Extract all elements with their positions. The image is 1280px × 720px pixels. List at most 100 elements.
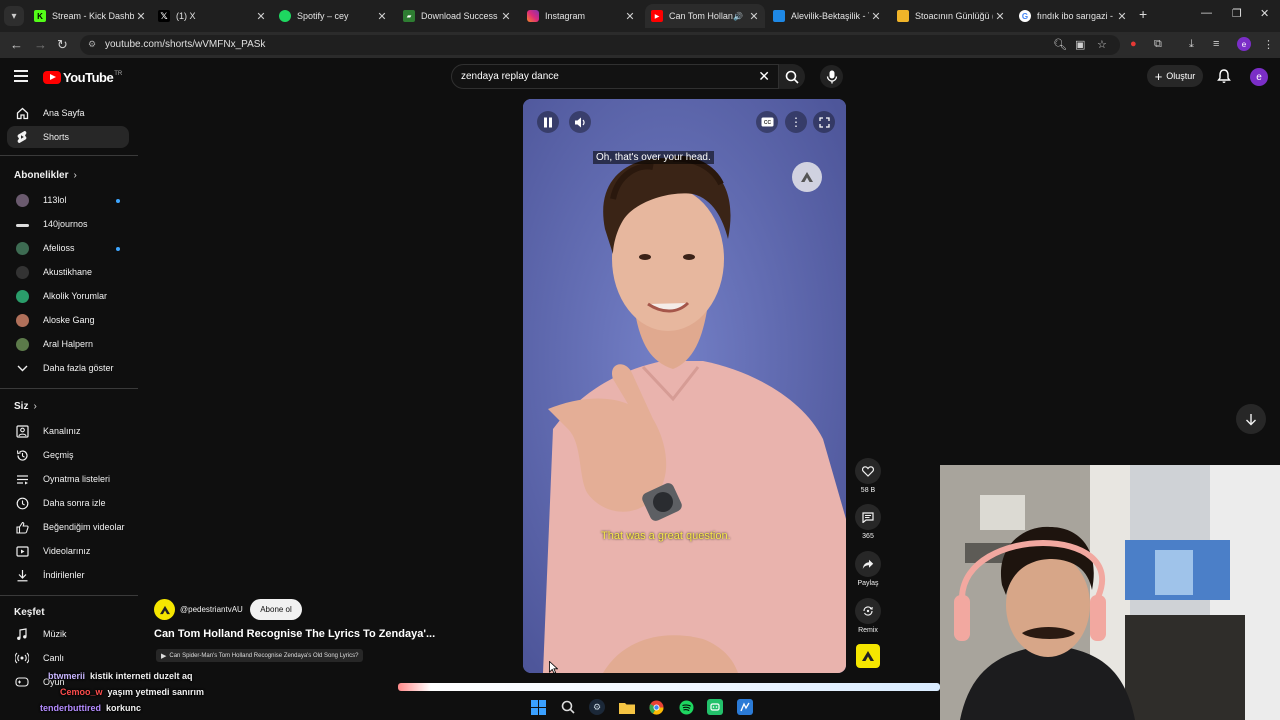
share-button[interactable]	[855, 551, 881, 577]
speaker-icon[interactable]: 🔊	[733, 12, 743, 21]
close-icon[interactable]: ✕	[869, 10, 883, 23]
captions-button[interactable]: CC	[756, 111, 778, 133]
channel-avatar[interactable]	[154, 599, 175, 620]
cast-icon[interactable]: ▣	[1075, 38, 1085, 51]
tab-instagram[interactable]: Instagram ✕	[521, 4, 641, 28]
youtube-logo[interactable]: YouTube TR	[43, 70, 122, 85]
shorts-video-player[interactable]: CC ⋮ Oh, that's over your head. That was…	[523, 99, 846, 673]
close-icon[interactable]: ✕	[993, 10, 1007, 23]
editor-icon[interactable]	[737, 699, 753, 715]
tab-x[interactable]: 𝕏 (1) X ✕	[152, 4, 272, 28]
create-button[interactable]: + Oluştur	[1147, 65, 1203, 87]
window-close-icon[interactable]: ✕	[1260, 7, 1269, 20]
sidebar-item-your-channel[interactable]: Kanalınız	[7, 420, 129, 442]
extensions-puzzle-icon[interactable]: ⧉	[1154, 38, 1162, 51]
share-action[interactable]: Paylaş	[853, 551, 883, 587]
tab-download[interactable]: ▰ Download Success ✕	[397, 4, 517, 28]
sidebar-item-downloads[interactable]: İndirilenler	[7, 564, 129, 586]
steam-icon[interactable]: ⚙	[589, 699, 605, 715]
media-control-icon[interactable]: ≡	[1213, 38, 1219, 50]
spotify-icon[interactable]	[678, 699, 694, 715]
app-icon[interactable]	[707, 699, 723, 715]
comments-button[interactable]	[855, 504, 881, 530]
tab-spotify[interactable]: Spotify – cey ✕	[273, 4, 393, 28]
sound-source-thumbnail[interactable]	[856, 644, 880, 668]
pause-button[interactable]	[537, 111, 559, 133]
more-options-button[interactable]: ⋮	[785, 111, 807, 133]
tab-alevilik[interactable]: Alevilik-Bektaşilik - Te ✕	[767, 4, 887, 28]
close-icon[interactable]: ✕	[499, 10, 513, 23]
sidebar-sub-aloske-gang[interactable]: Aloske Gang	[7, 309, 129, 331]
sidebar-item-shorts[interactable]: Shorts	[7, 126, 129, 148]
tab-kick[interactable]: K Stream - Kick Dashbo ✕	[28, 4, 152, 28]
subscribe-button[interactable]: Abone ol	[250, 599, 302, 620]
sidebar-item-liked-videos[interactable]: Beğendiğim videolar	[7, 516, 129, 538]
you-heading[interactable]: Siz ›	[14, 401, 37, 412]
address-bar[interactable]: ⚙ youtube.com/shorts/wVMFNx_PASk	[80, 35, 1120, 55]
tab-search-menu[interactable]: ▾	[4, 6, 24, 26]
account-avatar[interactable]: e	[1250, 68, 1268, 86]
sidebar-item-history[interactable]: Geçmiş	[7, 444, 129, 466]
kebab-menu-icon[interactable]: ⋮	[1263, 38, 1274, 51]
notifications-bell-icon[interactable]	[1217, 69, 1231, 84]
close-icon[interactable]: ✕	[747, 10, 761, 23]
sidebar-show-more[interactable]: Daha fazla göster	[7, 357, 129, 379]
search-query-text[interactable]: zendaya replay dance	[461, 71, 559, 82]
remix-action[interactable]: Remix	[853, 598, 883, 634]
search-icon[interactable]	[560, 699, 576, 715]
next-short-button[interactable]	[1236, 404, 1266, 434]
like-button[interactable]	[855, 458, 881, 484]
comments-action[interactable]: 365	[853, 504, 883, 540]
sidebar-sub-aral-halpern[interactable]: Aral Halpern	[7, 333, 129, 355]
linked-video-chip[interactable]: ▶ Can Spider-Man's Tom Holland Recognise…	[156, 649, 364, 662]
fullscreen-button[interactable]	[813, 111, 835, 133]
subscriptions-heading[interactable]: Abonelikler ›	[14, 170, 77, 181]
chrome-icon[interactable]	[648, 699, 664, 715]
close-icon[interactable]: ✕	[254, 10, 268, 23]
channel-handle[interactable]: @pedestriantvAU	[180, 605, 243, 614]
tab-google[interactable]: G fındık ibo sarıgazi - G ✕	[1013, 4, 1133, 28]
video-title[interactable]: Can Tom Holland Recognise The Lyrics To …	[154, 628, 435, 640]
sidebar-item-live[interactable]: Canlı	[7, 647, 129, 669]
reload-icon[interactable]: ↻	[57, 37, 68, 53]
sidebar-item-playlists[interactable]: Oynatma listeleri	[7, 468, 129, 490]
close-icon[interactable]: ✕	[1115, 10, 1129, 23]
hamburger-menu-icon[interactable]	[14, 70, 28, 85]
sidebar-sub-113lol[interactable]: 113lol	[7, 189, 129, 211]
like-action[interactable]: 58 B	[853, 458, 883, 494]
search-button[interactable]	[779, 64, 805, 89]
url-text[interactable]: youtube.com/shorts/wVMFNx_PASk	[105, 39, 265, 50]
sidebar-sub-140journos[interactable]: 140journos	[7, 213, 129, 235]
remix-button[interactable]	[855, 598, 881, 624]
tab-youtube-active[interactable]: ▶ Can Tom Holland 🔊 ✕	[645, 4, 765, 28]
zoom-icon[interactable]: 🔍︎	[1053, 38, 1067, 51]
close-icon[interactable]: ✕	[134, 10, 148, 23]
sidebar-sub-afelioss[interactable]: Afelioss	[7, 237, 129, 259]
sidebar-item-home[interactable]: Ana Sayfa	[7, 102, 129, 124]
downloads-icon[interactable]: ⤓	[1189, 38, 1194, 51]
sidebar-item-music[interactable]: Müzik	[7, 623, 129, 645]
site-info-icon[interactable]: ⚙	[88, 39, 96, 50]
sidebar-item-your-videos[interactable]: Videolarınız	[7, 540, 129, 562]
bookmark-star-icon[interactable]: ☆	[1097, 38, 1107, 51]
windows-start-icon[interactable]	[530, 699, 546, 715]
sidebar-sub-alkolik-yorumlar[interactable]: Alkolik Yorumlar	[7, 285, 129, 307]
close-icon[interactable]: ✕	[623, 10, 637, 23]
tab-stoaci[interactable]: Stoacının Günlüğü (R ✕	[891, 4, 1011, 28]
pedestrian-logo-icon	[801, 172, 813, 182]
clear-search-icon[interactable]: ✕	[758, 68, 770, 85]
close-icon[interactable]: ✕	[375, 10, 389, 23]
voice-search-button[interactable]	[820, 65, 843, 88]
search-input[interactable]: zendaya replay dance ✕	[451, 64, 779, 89]
forward-arrow-icon[interactable]: →	[34, 37, 47, 52]
extension-badge-icon[interactable]: ●	[1130, 38, 1137, 50]
restore-icon[interactable]: ❐	[1232, 7, 1242, 20]
sidebar-sub-akustikhane[interactable]: Akustikhane	[7, 261, 129, 283]
browser-profile-avatar[interactable]: e	[1237, 37, 1251, 51]
sidebar-item-watch-later[interactable]: Daha sonra izle	[7, 492, 129, 514]
minimize-icon[interactable]: —	[1201, 7, 1212, 19]
volume-button[interactable]	[569, 111, 591, 133]
new-tab-plus-icon[interactable]: +	[1139, 6, 1147, 22]
back-arrow-icon[interactable]: ←	[10, 37, 23, 52]
folder-icon[interactable]	[619, 699, 635, 715]
